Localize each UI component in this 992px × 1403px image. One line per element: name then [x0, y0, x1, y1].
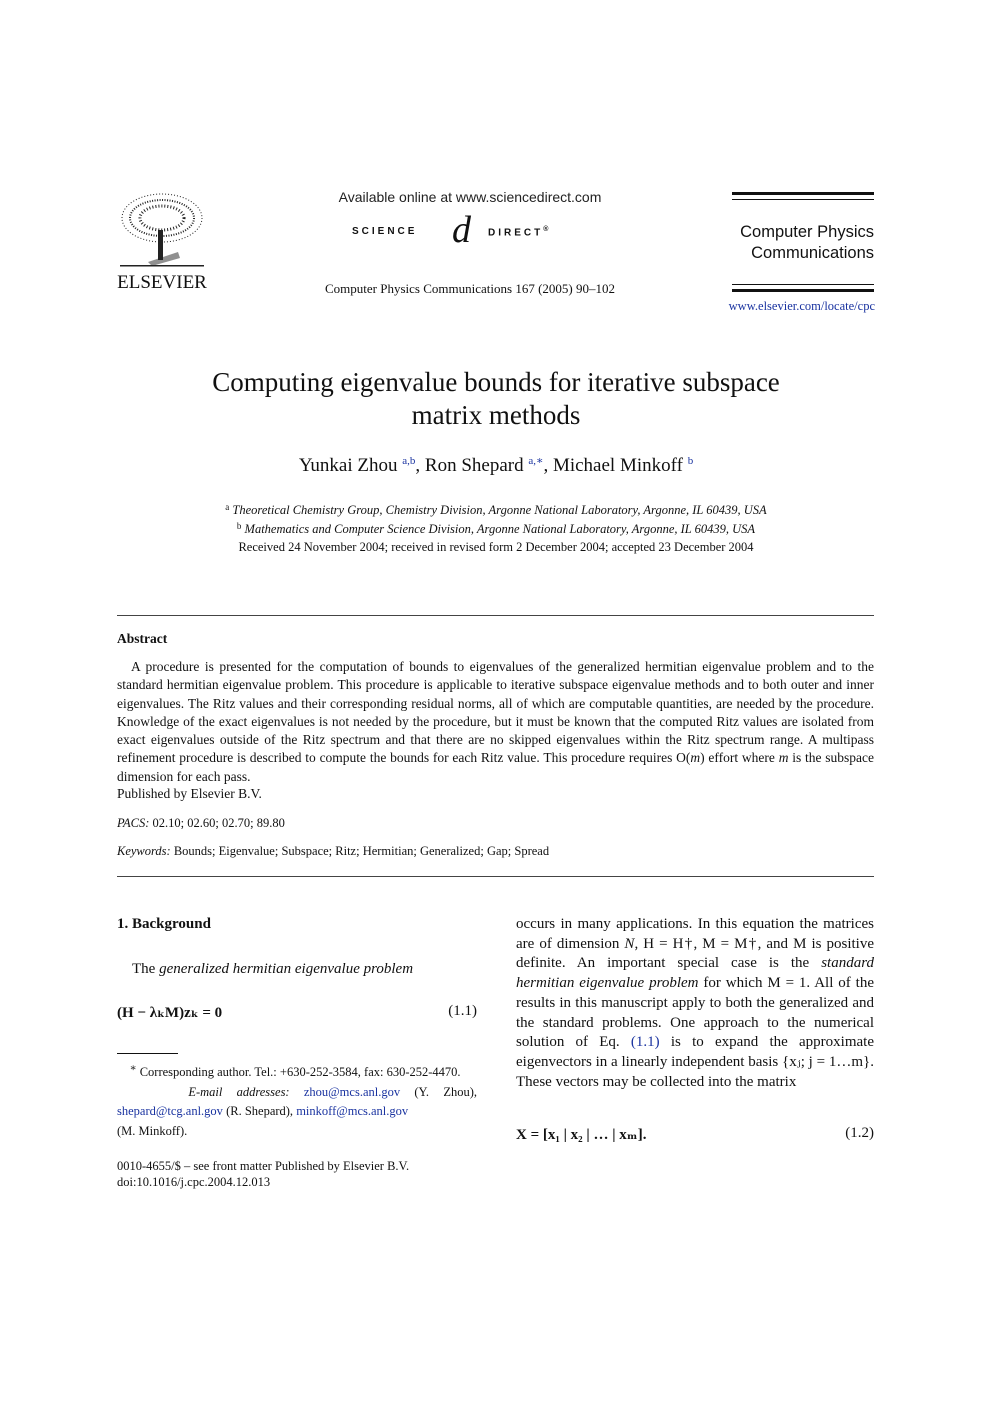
affiliation: b Mathematics and Computer Science Divis… — [236, 521, 756, 536]
abstract-text: A procedure is presented for the computa… — [117, 659, 875, 784]
equation-ref-link[interactable]: (1.1) — [631, 1034, 660, 1050]
sciencedirect-right: DIRECT® — [488, 226, 552, 239]
elsevier-logo: ELSEVIER — [112, 190, 212, 295]
rule — [732, 192, 874, 195]
affiliation: a Theoretical Chemistry Group, Chemistry… — [225, 502, 767, 517]
intro-text: The generalized hermitian eigenvalue pro… — [132, 961, 414, 977]
affiliation-link[interactable]: a,∗ — [528, 455, 543, 467]
affiliations: a Theoretical Chemistry Group, Chemistry… — [100, 499, 892, 537]
equation-1-1: (H − λₖM)zₖ = 0 (1.1) — [117, 1003, 477, 1021]
journal-url-link[interactable]: www.elsevier.com/locate/cpc — [700, 299, 875, 314]
rule — [732, 289, 874, 292]
body-text-column-2: occurs in many applications. In this equ… — [516, 916, 874, 1090]
rule — [732, 199, 874, 200]
equation-1-2: X = [x₁ | x₂ | … | xₘ]. (1.2) — [516, 1125, 874, 1143]
equation-number: (1.1) — [448, 1003, 477, 1019]
elsevier-tree-icon — [120, 193, 204, 267]
abstract-heading: Abstract — [117, 631, 168, 646]
author-list: Yunkai Zhou a,b, Ron Shepard a,∗, Michae… — [150, 454, 842, 477]
email-link[interactable]: shepard@tcg.anl.gov — [117, 1104, 223, 1118]
sciencedirect-at-icon: d — [452, 209, 471, 251]
journal-name: Computer Physics Communications — [740, 223, 874, 262]
author: Ron Shepard a,∗, — [424, 455, 553, 476]
author: Yunkai Zhou a,b, — [298, 455, 425, 476]
affiliation-link[interactable]: b — [688, 455, 694, 467]
pacs-codes: PACS: 02.10; 02.60; 02.70; 89.80 — [117, 816, 285, 830]
rule — [732, 284, 874, 285]
article-title: Computing eigenvalue bounds for iterativ… — [212, 367, 780, 430]
divider — [117, 876, 874, 877]
author: Michael Minkoff b — [552, 455, 694, 476]
email-link[interactable]: zhou@mcs.anl.gov — [304, 1085, 400, 1099]
email-link[interactable]: minkoff@mcs.anl.gov — [296, 1104, 408, 1118]
article-dates: Received 24 November 2004; received in r… — [238, 540, 754, 554]
journal-title-box: Computer Physics Communications — [732, 192, 874, 292]
available-online-text: Available online at www.sciencedirect.co… — [338, 189, 602, 205]
sciencedirect-left: SCIENCE — [352, 226, 418, 237]
sciencedirect-logo: SCIENCE d DIRECT® — [300, 209, 640, 252]
issn-doi: 0010-4655/$ – see front matter Published… — [117, 1159, 410, 1189]
section-heading: 1. Background — [117, 916, 211, 932]
footnotes: ∗ Corresponding author. Tel.: +630-252-3… — [117, 1063, 477, 1138]
affiliation-link[interactable]: a,b — [402, 455, 415, 467]
equation-number: (1.2) — [845, 1125, 874, 1141]
keywords: Keywords: Bounds; Eigenvalue; Subspace; … — [117, 844, 550, 858]
published-by: Published by Elsevier B.V. — [117, 786, 262, 801]
divider — [117, 615, 874, 616]
footnote-rule — [117, 1053, 178, 1054]
elsevier-wordmark: ELSEVIER — [117, 272, 207, 293]
journal-reference: Computer Physics Communications 167 (200… — [325, 281, 615, 296]
